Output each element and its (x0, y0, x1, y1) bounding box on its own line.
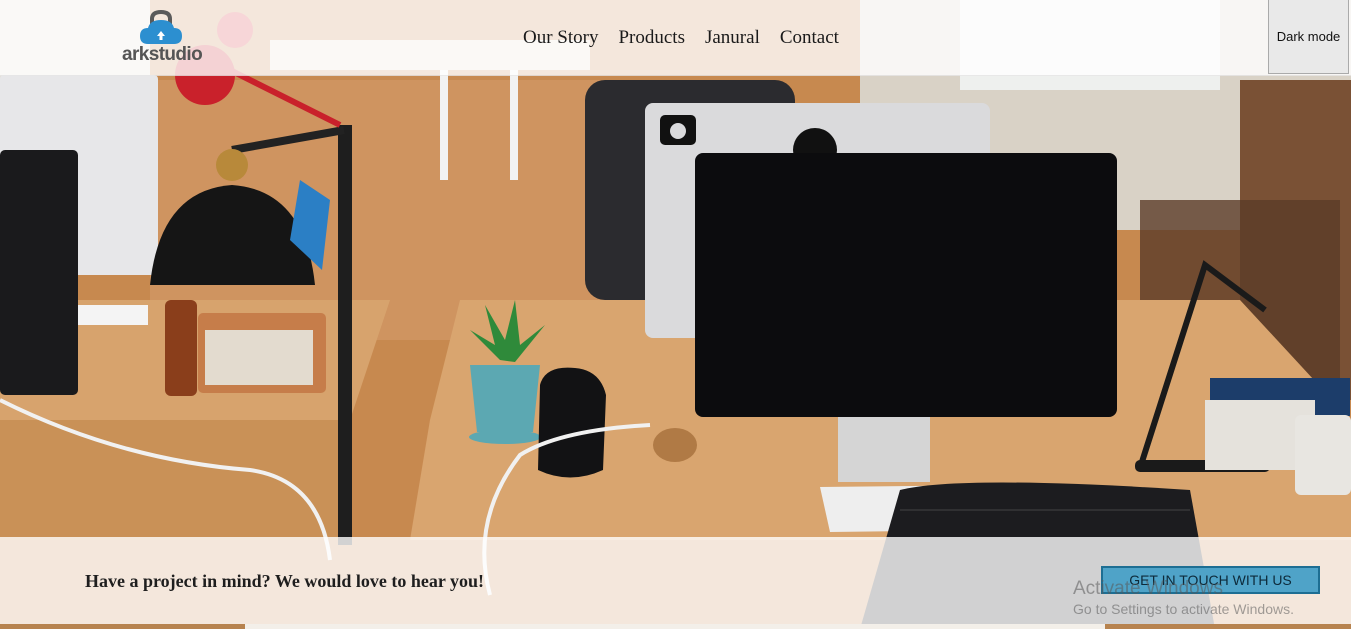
windows-activation-watermark: Activate Windows Go to Settings to activ… (1073, 578, 1294, 617)
nav-link-products[interactable]: Products (618, 27, 685, 49)
brand-logo[interactable]: arkstudio (122, 6, 203, 68)
logo-wordmark: arkstudio (122, 44, 203, 65)
watermark-title: Activate Windows (1073, 578, 1223, 599)
main-nav: Our Story Products Janural Contact (523, 27, 859, 49)
nav-link-our-story[interactable]: Our Story (523, 27, 598, 49)
nav-link-contact[interactable]: Contact (780, 27, 839, 49)
watermark-subtitle: Go to Settings to activate Windows. (1073, 601, 1294, 617)
site-header: arkstudio Our Story Products Janural Con… (0, 0, 1351, 76)
dark-mode-button[interactable]: Dark mode (1268, 0, 1349, 74)
page-bottom-edge-segment (245, 624, 1105, 629)
page-bottom-edge (0, 624, 1351, 629)
hero-background-image (0, 0, 1351, 629)
cta-message: Have a project in mind? We would love to… (85, 571, 485, 591)
nav-link-janural[interactable]: Janural (705, 27, 760, 49)
cloud-lock-icon (140, 9, 182, 44)
